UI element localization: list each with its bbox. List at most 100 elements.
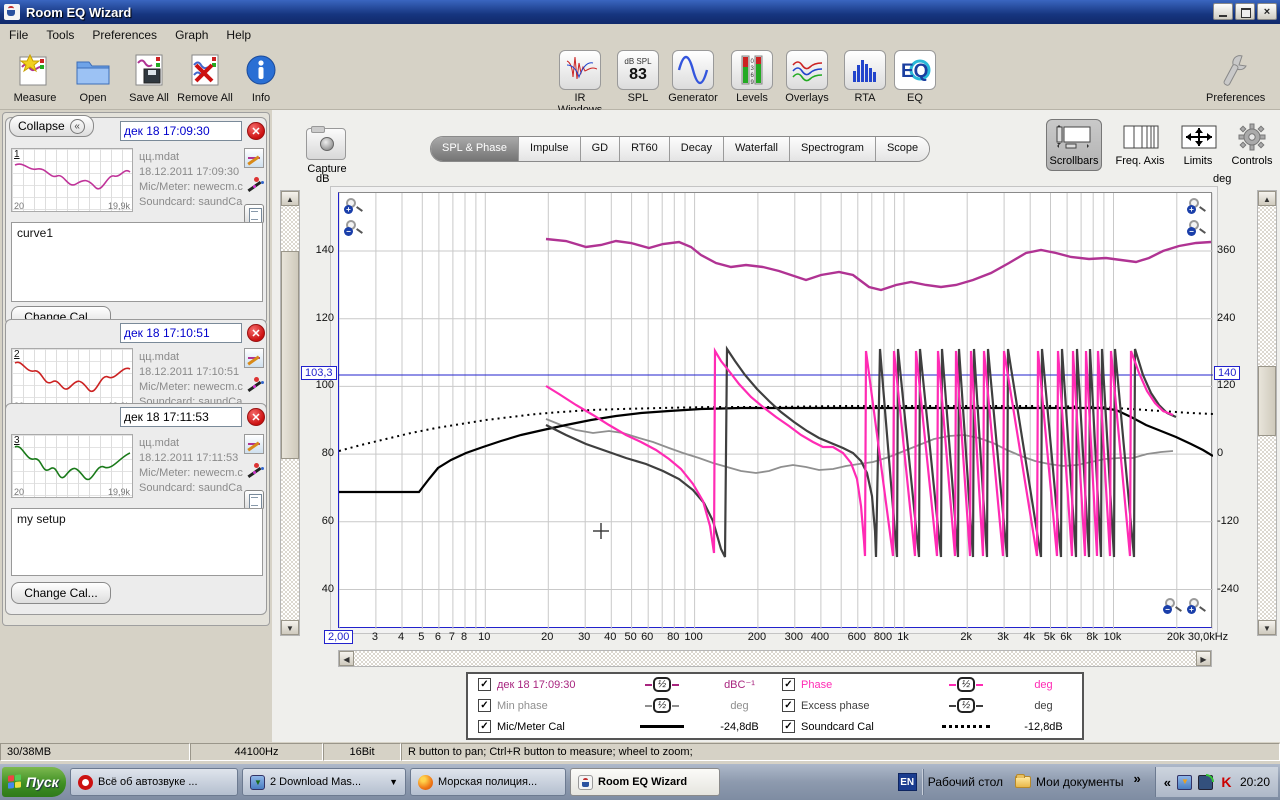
tray-download-icon[interactable] bbox=[1176, 774, 1192, 790]
trace-options-icon[interactable] bbox=[244, 176, 264, 196]
language-indicator[interactable]: EN bbox=[897, 773, 917, 791]
tray-antivirus-icon[interactable]: K bbox=[1219, 774, 1234, 790]
scrollbars-button[interactable]: Scrollbars bbox=[1046, 119, 1102, 171]
start-button[interactable]: Пуск bbox=[2, 767, 66, 797]
zoom-in-icon[interactable]: + bbox=[1187, 597, 1207, 615]
info-button[interactable]: Info bbox=[232, 50, 290, 104]
taskbar-button-opera[interactable]: Всё об автозвуке ... bbox=[70, 768, 238, 796]
ir-windows-button[interactable]: IR Windows bbox=[551, 50, 609, 116]
tab-decay[interactable]: Decay bbox=[669, 137, 724, 161]
taskbar-button-rew[interactable]: Room EQ Wizard bbox=[570, 768, 720, 796]
spl-button[interactable]: dB SPL 83 SPL bbox=[609, 50, 667, 104]
minimize-button[interactable] bbox=[1213, 3, 1233, 20]
half-wrap-button[interactable]: ½ bbox=[931, 698, 1001, 713]
close-button[interactable]: × bbox=[1257, 3, 1277, 20]
trace-checkbox[interactable]: ✓ bbox=[782, 678, 795, 691]
preferences-button[interactable]: Preferences bbox=[1206, 50, 1265, 104]
freq-axis-scrollbar[interactable]: ◀ ▶ bbox=[338, 650, 1212, 667]
zoom-in-icon[interactable]: + bbox=[344, 197, 364, 215]
tab-scope[interactable]: Scope bbox=[875, 137, 930, 161]
trace-checkbox[interactable]: ✓ bbox=[478, 699, 491, 712]
save-all-button[interactable]: Save All bbox=[120, 50, 178, 104]
tab-spectrogram[interactable]: Spectrogram bbox=[789, 137, 876, 161]
trace-checkbox[interactable]: ✓ bbox=[478, 678, 491, 691]
zoom-out-icon[interactable]: − bbox=[1163, 597, 1183, 615]
levels-button[interactable]: 03 69 Levels bbox=[723, 50, 781, 104]
freq-axis-button[interactable]: Freq. Axis bbox=[1112, 122, 1168, 167]
measurement-title-input[interactable] bbox=[120, 323, 242, 343]
menu-file[interactable]: File bbox=[0, 25, 37, 45]
my-documents-toolbar[interactable]: Мои документы bbox=[1015, 774, 1124, 789]
measurement-notes-icon[interactable] bbox=[244, 204, 264, 224]
deg-tick-label: 240 bbox=[1217, 311, 1236, 324]
eq-button[interactable]: EQ EQ bbox=[886, 50, 944, 104]
measurement-notes-icon[interactable] bbox=[244, 490, 264, 510]
half-wrap-button[interactable]: ½ bbox=[627, 698, 697, 713]
gear-icon bbox=[1230, 122, 1274, 152]
plot-canvas[interactable]: + − + − − + bbox=[338, 192, 1213, 629]
edit-measurement-icon[interactable] bbox=[244, 434, 264, 454]
overlays-button[interactable]: Overlays bbox=[778, 50, 836, 104]
limits-button[interactable]: Limits bbox=[1170, 122, 1226, 167]
memory-status: 30/38MB bbox=[0, 743, 190, 761]
trace-checkbox[interactable]: ✓ bbox=[478, 720, 491, 733]
taskbar-button-download-master[interactable]: 2 Download Mas... ▼ bbox=[242, 768, 406, 796]
trace-options-icon[interactable] bbox=[244, 376, 264, 396]
trace-checkbox[interactable]: ✓ bbox=[782, 720, 795, 733]
trace-checkbox[interactable]: ✓ bbox=[782, 699, 795, 712]
taskbar-button-firefox[interactable]: Морская полиция... bbox=[410, 768, 566, 796]
measurement-info: цц.mdat 18.12.2011 17:09:30 Mic/Meter: ne… bbox=[139, 151, 243, 208]
zoom-out-icon[interactable]: − bbox=[1187, 219, 1207, 237]
tab-spl-phase[interactable]: SPL & Phase bbox=[431, 137, 520, 161]
overlays-icon bbox=[786, 50, 828, 90]
remove-measurement-icon[interactable]: ✕ bbox=[247, 324, 265, 342]
db-axis-scrollbar[interactable]: ▲ ▼ bbox=[280, 190, 300, 636]
desktop-toolbar[interactable]: Рабочий стол bbox=[928, 775, 1003, 789]
menu-help[interactable]: Help bbox=[217, 25, 260, 45]
legend-entry: ✓ Soundcard Cal -12,8dB bbox=[782, 720, 1086, 733]
generator-button[interactable]: Generator bbox=[664, 50, 722, 104]
measurement-notes-field[interactable]: my setup bbox=[11, 508, 263, 576]
restore-button[interactable] bbox=[1235, 3, 1255, 20]
scrollbar-thumb[interactable] bbox=[1258, 366, 1276, 436]
menu-tools[interactable]: Tools bbox=[37, 25, 83, 45]
measurement-panel-3[interactable]: ✕ 3 20 19,9k цц.mdat18.12.2011 17:11:53 … bbox=[5, 403, 267, 615]
measurement-notes-field[interactable]: curve1 bbox=[11, 222, 263, 302]
half-wrap-button[interactable]: ½ bbox=[627, 677, 697, 692]
toolbar-overflow-chevron[interactable]: » bbox=[1134, 771, 1141, 786]
measure-button[interactable]: Measure bbox=[6, 50, 64, 104]
deg-axis-scrollbar[interactable]: ▲ ▼ bbox=[1257, 190, 1277, 636]
measurement-title-input[interactable] bbox=[120, 121, 242, 141]
edit-measurement-icon[interactable] bbox=[244, 148, 264, 168]
remove-all-button[interactable]: Remove All bbox=[176, 50, 234, 104]
freq-tick-label: 5 bbox=[418, 631, 425, 643]
cursor-db-readout: 103,3 bbox=[301, 366, 337, 380]
deg-axis-ticks: 360 240 120 0 -120 -240 bbox=[1217, 192, 1259, 628]
menu-graph[interactable]: Graph bbox=[166, 25, 217, 45]
tab-waterfall[interactable]: Waterfall bbox=[723, 137, 790, 161]
half-wrap-button[interactable]: ½ bbox=[931, 677, 1001, 692]
trace-options-icon[interactable] bbox=[244, 462, 264, 482]
zoom-out-icon[interactable]: − bbox=[344, 219, 364, 237]
tab-rt60[interactable]: RT60 bbox=[620, 137, 670, 161]
tab-gd[interactable]: GD bbox=[580, 137, 621, 161]
measurement-panel-1[interactable]: ✕ 1 20 19,9k цц.mdat18.12.2011 17:09:30 … bbox=[5, 117, 267, 328]
controls-button[interactable]: Controls bbox=[1224, 122, 1280, 167]
collapse-sidebar-button[interactable]: Collapse « bbox=[9, 115, 94, 137]
tray-collapse-chevron[interactable]: « bbox=[1164, 775, 1171, 790]
group-dropdown-icon[interactable]: ▼ bbox=[389, 777, 398, 787]
remove-measurement-icon[interactable]: ✕ bbox=[247, 122, 265, 140]
change-cal-button[interactable]: Change Cal... bbox=[11, 582, 111, 604]
open-button[interactable]: Open bbox=[64, 50, 122, 104]
menu-preferences[interactable]: Preferences bbox=[83, 25, 166, 45]
zoom-in-icon[interactable]: + bbox=[1187, 197, 1207, 215]
tab-impulse[interactable]: Impulse bbox=[519, 137, 581, 161]
scrollbar-thumb[interactable] bbox=[281, 251, 299, 459]
measurement-title-input[interactable] bbox=[120, 407, 242, 427]
capture-graph-button[interactable] bbox=[306, 126, 346, 160]
measurement-thumbnail[interactable]: 3 20 19,9k bbox=[11, 434, 133, 498]
tray-network-icon[interactable] bbox=[1197, 773, 1214, 790]
measurement-thumbnail[interactable]: 1 20 19,9k bbox=[11, 148, 133, 212]
edit-measurement-icon[interactable] bbox=[244, 348, 264, 368]
remove-measurement-icon[interactable]: ✕ bbox=[247, 408, 265, 426]
